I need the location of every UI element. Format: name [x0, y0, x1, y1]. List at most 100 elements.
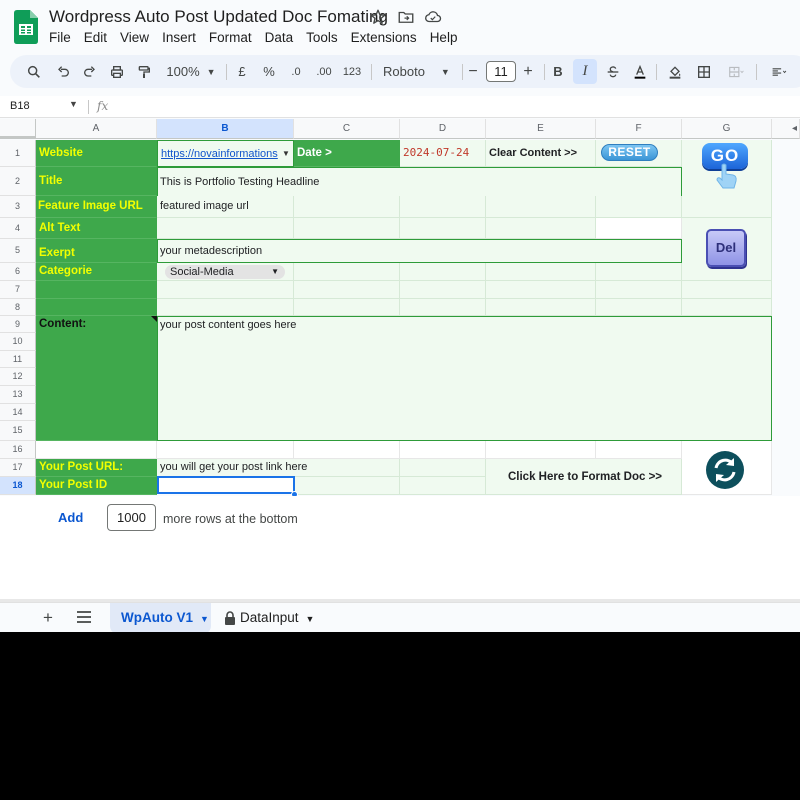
search-menus-icon[interactable]: [24, 55, 44, 88]
cell-g7[interactable]: [682, 281, 772, 299]
row-header[interactable]: 2: [0, 167, 36, 196]
fill-color-icon[interactable]: [666, 55, 684, 88]
cell-a2[interactable]: Title: [36, 167, 157, 196]
reset-button[interactable]: RESET: [601, 144, 658, 161]
cell-e4[interactable]: [486, 218, 596, 239]
cell-a1[interactable]: Website: [36, 140, 157, 167]
cell-b16[interactable]: [157, 441, 294, 459]
menu-format[interactable]: Format: [209, 30, 252, 48]
name-box[interactable]: B18: [10, 100, 30, 112]
cell-c4[interactable]: [294, 218, 400, 239]
more-formats-button[interactable]: 123: [341, 55, 363, 88]
row-header[interactable]: 5: [0, 239, 36, 263]
row-header[interactable]: 18: [0, 477, 36, 495]
cell-a9-a15[interactable]: Content:: [36, 316, 157, 441]
strikethrough-icon[interactable]: [604, 55, 622, 88]
row-header[interactable]: 1: [0, 140, 36, 167]
cell-a4[interactable]: Alt Text: [36, 218, 157, 239]
menu-insert[interactable]: Insert: [162, 30, 196, 48]
date-value[interactable]: 2024-07-24: [400, 140, 486, 167]
cell-f3[interactable]: [596, 196, 682, 218]
cell-f16[interactable]: [596, 441, 682, 459]
zoom-select[interactable]: 100% ▼: [164, 55, 218, 88]
undo-icon[interactable]: [53, 55, 73, 88]
select-all-corner[interactable]: [0, 119, 36, 139]
row-header[interactable]: 3: [0, 196, 36, 218]
cell-e16[interactable]: [486, 441, 596, 459]
cell-c8[interactable]: [294, 299, 400, 316]
row-header[interactable]: 15: [0, 421, 36, 441]
column-header-g[interactable]: G: [682, 119, 772, 139]
decrease-decimal-button[interactable]: .0: [286, 55, 306, 88]
menu-file[interactable]: File: [49, 30, 71, 48]
title-input[interactable]: This is Portfolio Testing Headline: [157, 167, 682, 197]
sheet-tab-datainput[interactable]: DataInput ▼: [224, 603, 314, 632]
cell-f4[interactable]: [596, 218, 682, 239]
cell-e8[interactable]: [486, 299, 596, 316]
exerpt-input[interactable]: your metadescription: [157, 239, 682, 263]
add-rows-count-input[interactable]: 1000: [107, 504, 156, 531]
font-family-select[interactable]: Roboto ▼: [377, 55, 457, 88]
cell-c1[interactable]: Date >: [294, 140, 400, 167]
horizontal-align-icon[interactable]: [764, 55, 794, 88]
cell-e6[interactable]: [486, 263, 596, 281]
sheet-tab-wpauto[interactable]: WpAuto V1 ▼: [110, 603, 211, 632]
content-input[interactable]: your post content goes here: [157, 316, 772, 441]
cell-a5[interactable]: Exerpt: [36, 239, 157, 263]
cell-c16[interactable]: [294, 441, 400, 459]
cloud-saved-icon[interactable]: [424, 8, 442, 26]
decrease-font-size-button[interactable]: −: [465, 55, 481, 88]
menu-extensions[interactable]: Extensions: [351, 30, 417, 48]
row-header[interactable]: 9: [0, 316, 36, 333]
menu-tools[interactable]: Tools: [306, 30, 338, 48]
chevron-down-icon[interactable]: ▼: [200, 614, 209, 624]
add-rows-button[interactable]: Add: [58, 510, 83, 525]
percent-format-button[interactable]: %: [261, 55, 277, 88]
cell-c6[interactable]: [294, 263, 400, 281]
row-header[interactable]: 14: [0, 404, 36, 421]
post-url-output[interactable]: you will get your post link here: [157, 459, 400, 477]
bold-button[interactable]: B: [550, 55, 566, 88]
row-header[interactable]: 6: [0, 263, 36, 281]
row-header[interactable]: 11: [0, 351, 36, 368]
font-size-input[interactable]: 11: [486, 61, 516, 82]
cell-a6[interactable]: Categorie: [36, 263, 157, 281]
menu-help[interactable]: Help: [430, 30, 458, 48]
add-sheet-icon[interactable]: +: [43, 608, 53, 628]
cell-f7[interactable]: [596, 281, 682, 299]
row-header[interactable]: 10: [0, 333, 36, 351]
text-color-icon[interactable]: [631, 55, 649, 88]
currency-format-button[interactable]: £: [234, 55, 250, 88]
menu-view[interactable]: View: [120, 30, 149, 48]
cell-a16[interactable]: [36, 441, 157, 459]
menu-edit[interactable]: Edit: [84, 30, 107, 48]
italic-button[interactable]: I: [573, 59, 597, 84]
column-header-b[interactable]: B: [157, 119, 294, 139]
alt-text-input[interactable]: [157, 218, 294, 239]
cell-e3[interactable]: [486, 196, 596, 218]
cell-d18[interactable]: [400, 477, 486, 495]
column-header-a[interactable]: A: [36, 119, 157, 139]
merge-cells-icon[interactable]: [722, 55, 750, 88]
borders-icon[interactable]: [695, 55, 713, 88]
cell-d17[interactable]: [400, 459, 486, 477]
website-url-cell[interactable]: https://novainformations: [157, 140, 294, 167]
cell-a17[interactable]: Your Post URL:: [36, 459, 157, 477]
cell-c7[interactable]: [294, 281, 400, 299]
categorie-chip[interactable]: Social-Media ▼: [165, 265, 285, 279]
chevron-down-icon[interactable]: ▼: [69, 99, 78, 109]
feature-image-input[interactable]: featured image url: [157, 196, 294, 218]
website-dropdown-icon[interactable]: ▼: [282, 149, 290, 158]
chevron-down-icon[interactable]: ▼: [306, 614, 315, 624]
cell-g8[interactable]: [682, 299, 772, 316]
increase-font-size-button[interactable]: +: [520, 55, 536, 88]
cell-f8[interactable]: [596, 299, 682, 316]
cell-e7[interactable]: [486, 281, 596, 299]
column-header-d[interactable]: D: [400, 119, 486, 139]
row-header[interactable]: 8: [0, 299, 36, 316]
website-url-link[interactable]: https://novainformations: [161, 148, 278, 160]
cell-a18[interactable]: Your Post ID: [36, 477, 157, 495]
cell-d4[interactable]: [400, 218, 486, 239]
collapse-panel-icon[interactable]: ◂: [772, 119, 800, 139]
column-header-f[interactable]: F: [596, 119, 682, 139]
